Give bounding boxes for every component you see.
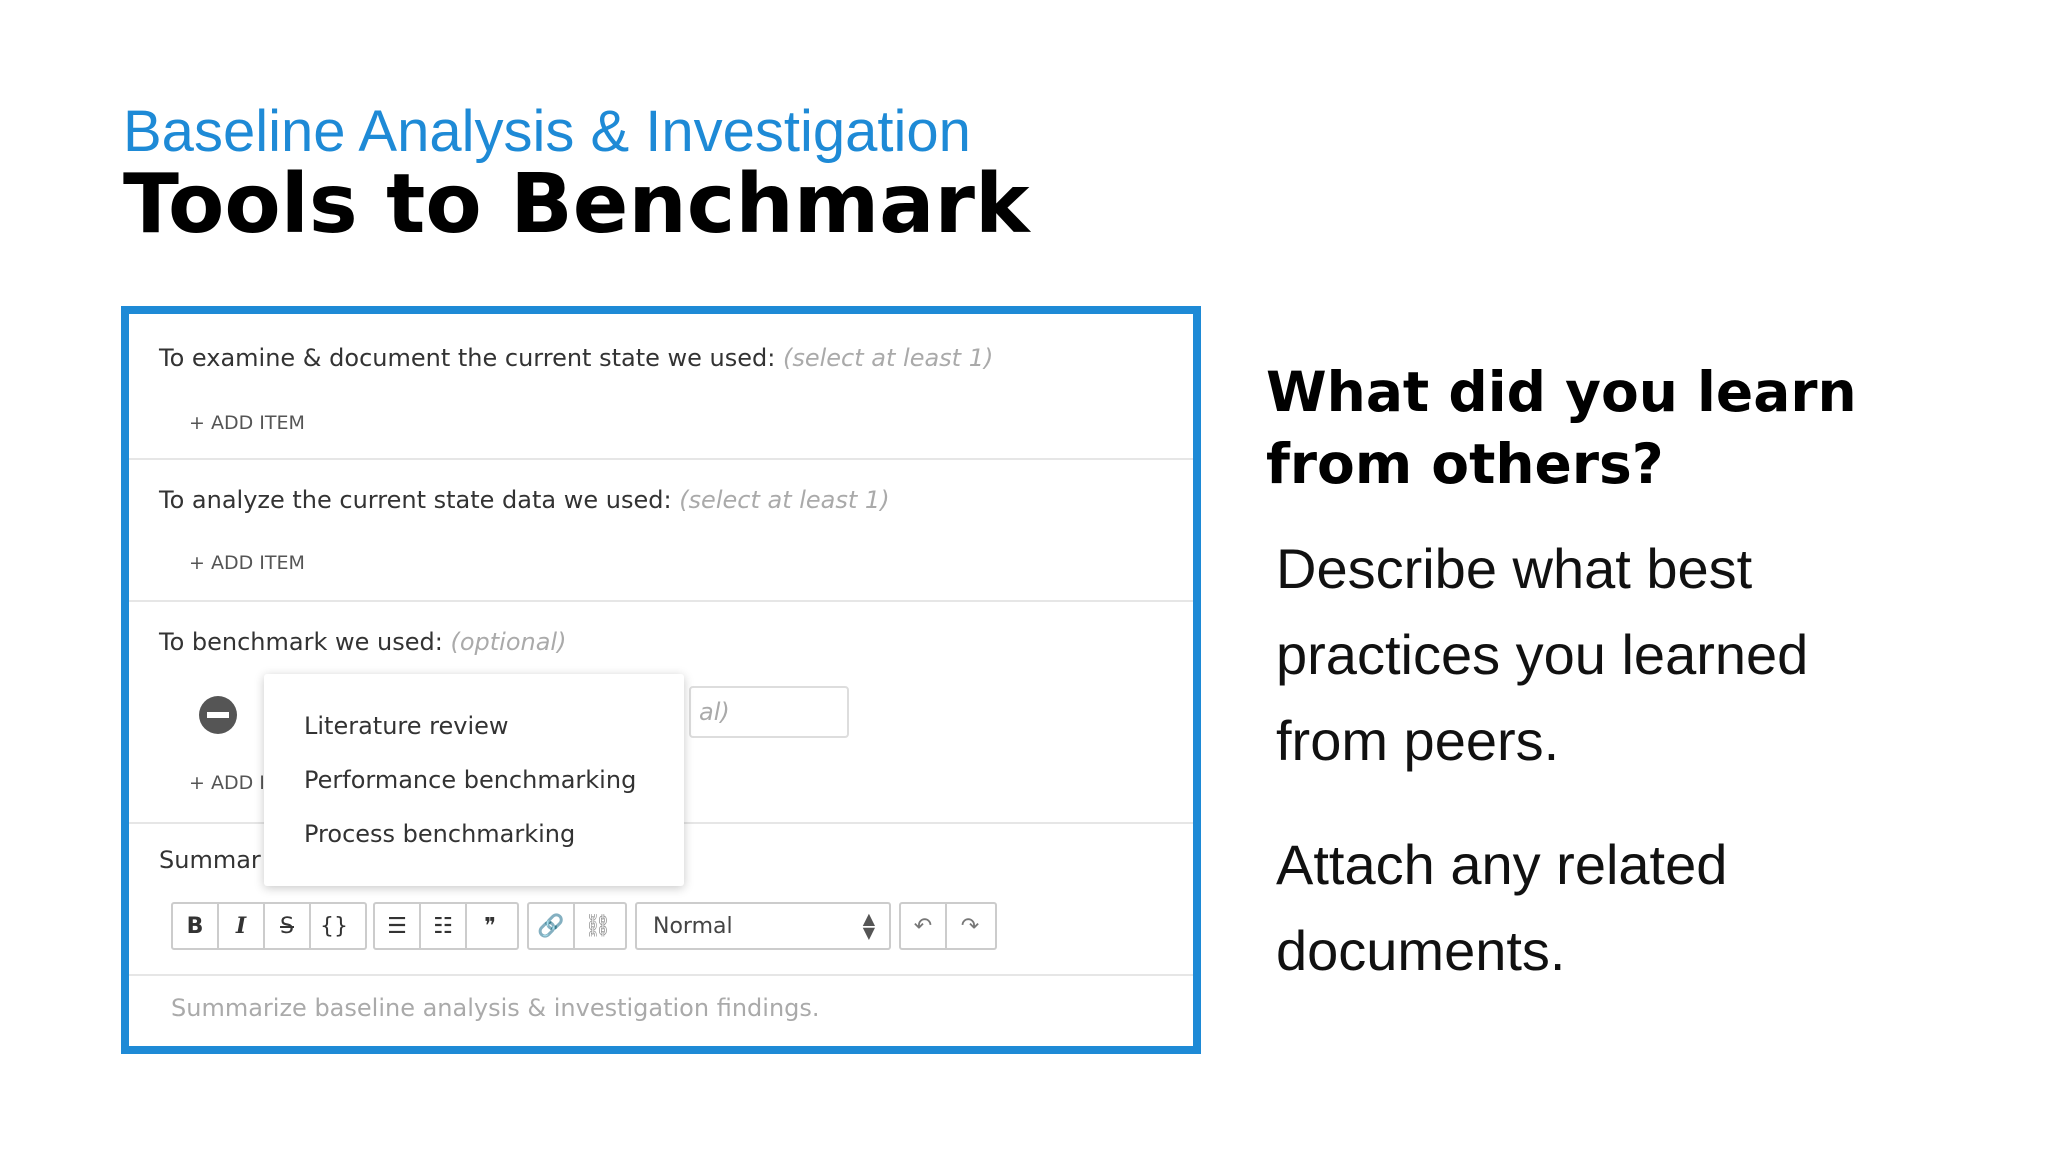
benchmark-dropdown-menu: Literature review Performance benchmarki… — [264, 674, 684, 886]
section-examine-hint: (select at least 1) — [782, 344, 994, 372]
section-examine: To examine & document the current state … — [129, 314, 1193, 460]
side-text-line: Describe what best — [1276, 537, 1753, 600]
numbered-list-icon[interactable]: ☷ — [421, 904, 467, 948]
italic-button[interactable]: I — [219, 904, 265, 948]
history-group: ↶ ↷ — [899, 902, 997, 950]
side-paragraph-describe: Describe what best practices you learned… — [1276, 526, 1808, 784]
section-analyze-label: To analyze the current state data we use… — [159, 486, 890, 514]
side-paragraph-attach: Attach any related documents. — [1276, 822, 1727, 994]
quote-icon[interactable]: ❞ — [467, 904, 513, 948]
benchmark-select-field[interactable]: al) — [689, 686, 849, 738]
section-analyze: To analyze the current state data we use… — [129, 460, 1193, 602]
link-group: 🔗 ⛓ — [527, 902, 627, 950]
summary-editor[interactable]: Summarize baseline analysis & investigat… — [171, 994, 820, 1022]
code-button[interactable]: {} — [311, 904, 357, 948]
section-examine-text: To examine & document the current state … — [159, 344, 776, 372]
slide-subtitle: Baseline Analysis & Investigation — [123, 99, 971, 164]
add-item-button[interactable]: + ADD I — [189, 772, 265, 794]
undo-icon[interactable]: ↶ — [901, 904, 947, 948]
text-style-value: Normal — [653, 914, 733, 939]
section-analyze-text: To analyze the current state data we use… — [159, 486, 672, 514]
summary-label: Summar — [159, 846, 261, 874]
side-text-line: from peers. — [1276, 709, 1560, 772]
editor-divider — [129, 974, 1193, 976]
side-heading-line: from others? — [1266, 432, 1664, 496]
redo-icon[interactable]: ↷ — [947, 904, 993, 948]
add-item-button[interactable]: + ADD ITEM — [189, 412, 305, 434]
link-icon[interactable]: 🔗 — [529, 904, 575, 948]
strikethrough-button[interactable]: S — [265, 904, 311, 948]
dropdown-option[interactable]: Literature review — [304, 712, 509, 740]
bold-button[interactable]: B — [173, 904, 219, 948]
side-text-line: Attach any related — [1276, 833, 1728, 896]
side-heading-line: What did you learn — [1266, 360, 1857, 424]
unlink-icon[interactable]: ⛓ — [575, 904, 621, 948]
remove-circle-icon[interactable] — [199, 696, 237, 734]
section-benchmark-hint: (optional) — [450, 628, 567, 656]
select-arrows-icon: ▲ ▼ — [862, 909, 875, 942]
section-analyze-hint: (select at least 1) — [679, 486, 890, 514]
section-benchmark-text: To benchmark we used: — [159, 628, 443, 656]
list-group: ☰ ☷ ❞ — [373, 902, 519, 950]
format-group: B I S {} — [171, 902, 367, 950]
side-text-line: practices you learned — [1276, 623, 1809, 686]
text-style-select[interactable]: Normal ▲ ▼ — [635, 902, 891, 950]
section-examine-label: To examine & document the current state … — [159, 344, 993, 372]
side-heading: What did you learn from others? — [1266, 356, 1857, 500]
dropdown-option[interactable]: Performance benchmarking — [304, 766, 636, 794]
section-benchmark-label: To benchmark we used: (optional) — [159, 628, 566, 656]
form-panel: To examine & document the current state … — [121, 306, 1201, 1054]
slide-title: Tools to Benchmark — [123, 157, 1030, 252]
side-text-line: documents. — [1276, 919, 1566, 982]
add-item-button[interactable]: + ADD ITEM — [189, 552, 305, 574]
bullet-list-icon[interactable]: ☰ — [375, 904, 421, 948]
dropdown-option[interactable]: Process benchmarking — [304, 820, 575, 848]
